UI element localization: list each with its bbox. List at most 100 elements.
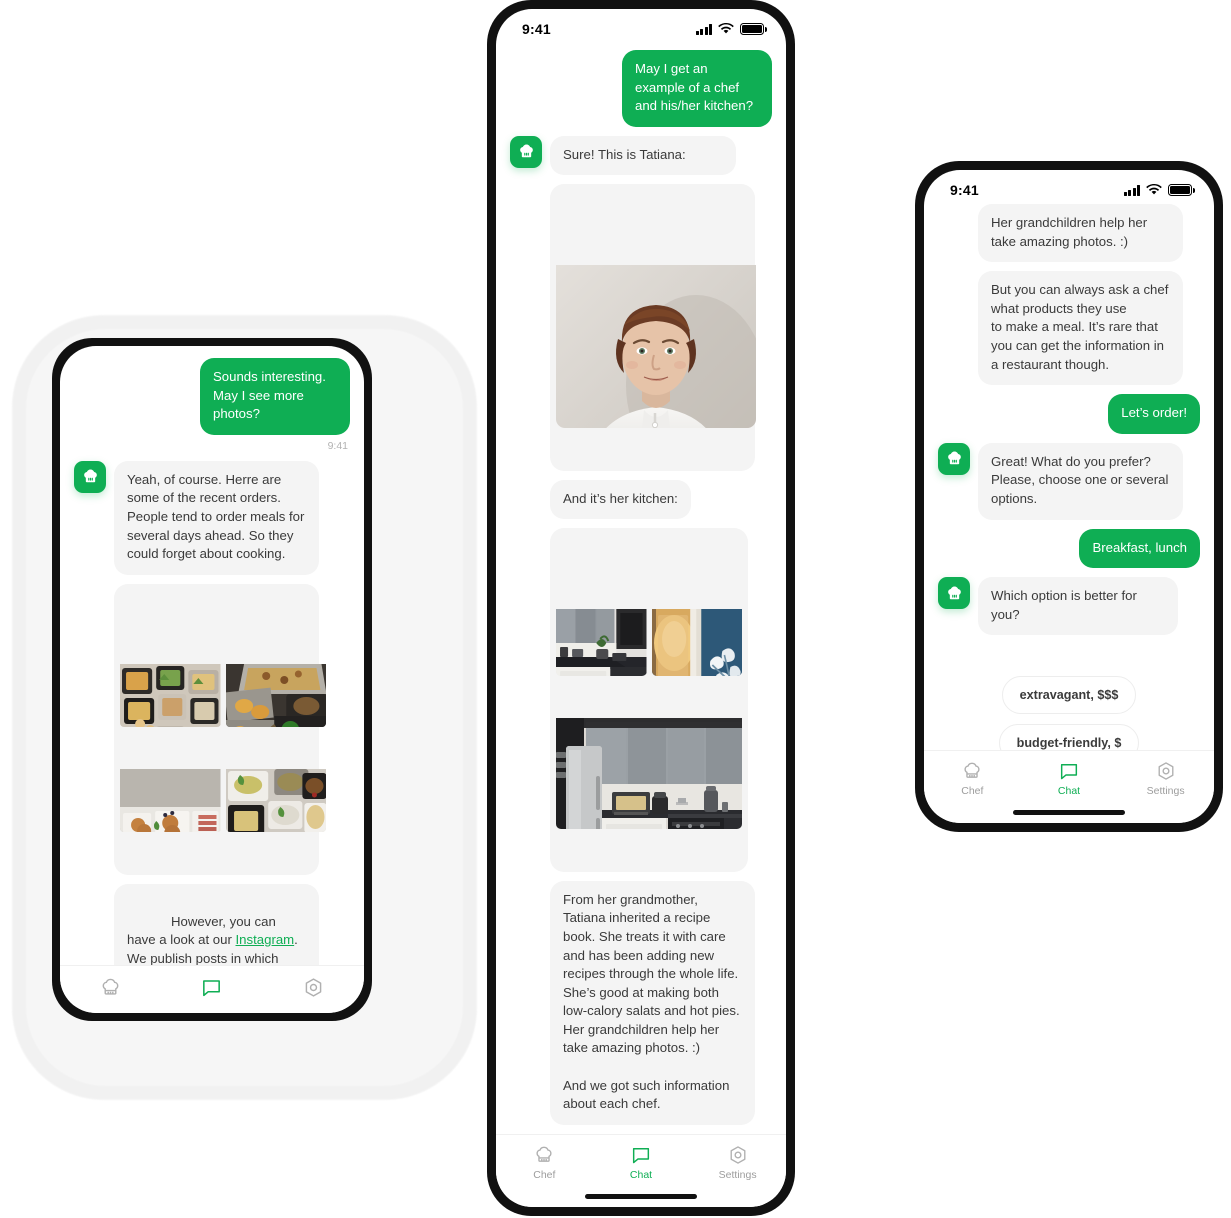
chef-avatar[interactable] bbox=[510, 135, 542, 168]
chef-avatar[interactable] bbox=[938, 577, 970, 610]
chat-bubble-outgoing[interactable]: Let’s order! bbox=[1108, 394, 1200, 434]
message-row-incoming: Yeah, of course. Herre are some of the r… bbox=[74, 460, 350, 575]
portrait-bubble[interactable] bbox=[550, 184, 756, 471]
tab-settings[interactable]: Settings bbox=[275, 976, 351, 999]
message-row-outgoing: Sounds interesting. May I see more photo… bbox=[74, 358, 350, 435]
gear-hex-icon bbox=[305, 978, 322, 997]
message-row-kitchen-grid bbox=[510, 528, 772, 872]
chef-hat-icon bbox=[102, 978, 119, 995]
chat-bubble-icon bbox=[1060, 764, 1078, 780]
message-row-incoming: Great! What do you prefer? Please, choos… bbox=[938, 442, 1200, 520]
status-indicators bbox=[1123, 184, 1195, 196]
message-row-incoming: Which option is better for you? bbox=[938, 577, 1200, 636]
cellular-signal-icon bbox=[1123, 184, 1140, 196]
cellular-signal-icon bbox=[695, 23, 712, 35]
chat-bubble-incoming[interactable]: Great! What do you prefer? Please, choos… bbox=[978, 442, 1183, 520]
tab-label: Chef bbox=[533, 1169, 556, 1181]
message-row-incoming: Sure! This is Tatiana: bbox=[510, 135, 772, 176]
chat-bubble-incoming[interactable]: Her grandchildren help her take amazing … bbox=[978, 204, 1183, 263]
tab-chat[interactable]: Chat bbox=[174, 976, 250, 999]
status-indicators bbox=[695, 23, 767, 35]
chat-bubble-icon bbox=[203, 980, 221, 997]
phone3-chat-thread[interactable]: Her grandchildren help her take amazing … bbox=[924, 204, 1214, 750]
gear-hex-icon bbox=[730, 1146, 746, 1164]
message-row-instagram: However, you can have a look at our Inst… bbox=[74, 884, 350, 965]
status-time: 9:41 bbox=[950, 182, 979, 198]
chef-hat-icon bbox=[947, 586, 961, 599]
photo-kitchen-wide[interactable] bbox=[556, 681, 742, 829]
chef-hat-icon bbox=[83, 469, 97, 483]
photo-grid-4 bbox=[120, 627, 326, 832]
photo-pancakes-breakfast[interactable] bbox=[120, 732, 221, 832]
chat-bubble-incoming[interactable]: But you can always ask a chef what produ… bbox=[978, 271, 1183, 386]
message-row-photo-grid bbox=[74, 583, 350, 876]
photo-hallway-orchid[interactable] bbox=[651, 572, 742, 676]
tab-chat[interactable]: Chat bbox=[1031, 760, 1107, 797]
message-timestamp: 9:41 bbox=[327, 439, 348, 452]
chat-bubble-incoming[interactable]: Yeah, of course. Herre are some of the r… bbox=[114, 460, 319, 575]
chef-hat-icon bbox=[519, 144, 533, 158]
message-row-outgoing: May I get an example of a chef and his/h… bbox=[510, 50, 772, 127]
phone2-tab-bar: Chef Chat Settings bbox=[496, 1134, 786, 1185]
chat-bubble-incoming[interactable]: And it’s her kitchen: bbox=[550, 479, 691, 520]
chat-bubble-instagram[interactable]: However, you can have a look at our Inst… bbox=[114, 884, 319, 965]
chef-avatar[interactable] bbox=[74, 460, 106, 493]
battery-icon bbox=[1168, 184, 1195, 196]
tab-chef[interactable]: Chef bbox=[73, 976, 149, 999]
home-indicator bbox=[496, 1185, 786, 1207]
wifi-icon bbox=[1146, 184, 1162, 195]
message-row-portrait bbox=[510, 184, 772, 471]
chat-bubble-outgoing[interactable]: Sounds interesting. May I see more photo… bbox=[200, 358, 350, 435]
phone2-chat-thread[interactable]: May I get an example of a chef and his/h… bbox=[496, 43, 786, 1134]
chef-hat-icon bbox=[964, 762, 980, 778]
instagram-link[interactable]: Instagram bbox=[236, 932, 295, 947]
tab-chef[interactable]: Chef bbox=[506, 1144, 582, 1181]
kitchen-photo-grid bbox=[556, 572, 742, 829]
phone2-status-bar: 9:41 bbox=[496, 9, 786, 43]
message-row-outgoing: Let’s order! bbox=[938, 394, 1200, 434]
message-row-incoming: Her grandchildren help her take amazing … bbox=[938, 204, 1200, 263]
phone-mockup-1: Sounds interesting. May I see more photo… bbox=[52, 338, 372, 1021]
chip-extravagant[interactable]: extravagant, $$$ bbox=[1001, 676, 1137, 715]
phone1-screen: Sounds interesting. May I see more photo… bbox=[60, 346, 364, 1013]
chat-bubble-outgoing[interactable]: Breakfast, lunch bbox=[1079, 528, 1200, 569]
phone1-chat-thread[interactable]: Sounds interesting. May I see more photo… bbox=[60, 346, 364, 965]
photo-meal-prep-containers[interactable] bbox=[120, 627, 221, 727]
phone3-tab-bar: Chef Chat Settings bbox=[924, 750, 1214, 801]
message-row-incoming: But you can always ask a chef what produ… bbox=[938, 271, 1200, 386]
chat-bubble-incoming[interactable]: Which option is better for you? bbox=[978, 577, 1178, 636]
chef-hat-icon bbox=[536, 1146, 552, 1162]
message-row-chef-bio: From her grandmother, Tatiana inherited … bbox=[510, 880, 772, 1125]
photo-kitchen-counter[interactable] bbox=[556, 572, 647, 676]
chat-bubble-icon bbox=[632, 1148, 650, 1164]
tab-label: Chat bbox=[629, 1169, 653, 1181]
gear-hex-icon bbox=[1158, 762, 1174, 780]
wifi-icon bbox=[718, 23, 734, 34]
message-row-incoming: And it’s her kitchen: bbox=[510, 479, 772, 520]
phone-mockup-3: 9:41 Her grandchildren help her take ama… bbox=[915, 161, 1223, 832]
phone3-screen: 9:41 Her grandchildren help her take ama… bbox=[924, 170, 1214, 823]
photo-grid-bubble[interactable] bbox=[114, 583, 326, 876]
chip-budget-friendly[interactable]: budget-friendly, $ bbox=[998, 724, 1140, 750]
photo-assorted-lunch-boxes[interactable] bbox=[225, 732, 326, 832]
tab-settings[interactable]: Settings bbox=[1128, 760, 1204, 797]
tab-label: Chat bbox=[1057, 785, 1081, 797]
chat-bubble-chef-bio[interactable]: From her grandmother, Tatiana inherited … bbox=[550, 880, 755, 1125]
battery-icon bbox=[740, 23, 767, 35]
home-indicator bbox=[924, 801, 1214, 823]
chef-avatar[interactable] bbox=[938, 442, 970, 475]
chef-hat-icon bbox=[947, 451, 961, 465]
quick-reply-chips: extravagant, $$$ budget-friendly, $ midd… bbox=[938, 672, 1200, 750]
chat-bubble-incoming[interactable]: Sure! This is Tatiana: bbox=[550, 135, 736, 176]
photo-takeout-trays[interactable] bbox=[225, 627, 326, 727]
photo-tatiana-portrait[interactable] bbox=[556, 228, 756, 428]
phone1-tab-bar: Chef Chat Settings bbox=[60, 965, 364, 1013]
chat-bubble-outgoing[interactable]: May I get an example of a chef and his/h… bbox=[622, 50, 772, 127]
tab-chat[interactable]: Chat bbox=[603, 1144, 679, 1181]
kitchen-grid-bubble[interactable] bbox=[550, 528, 748, 872]
tab-chef[interactable]: Chef bbox=[934, 760, 1010, 797]
message-row-outgoing: Breakfast, lunch bbox=[938, 528, 1200, 569]
screenshot-stage: Sounds interesting. May I see more photo… bbox=[0, 0, 1231, 1218]
tab-settings[interactable]: Settings bbox=[700, 1144, 776, 1181]
tab-label: Settings bbox=[1146, 785, 1185, 797]
